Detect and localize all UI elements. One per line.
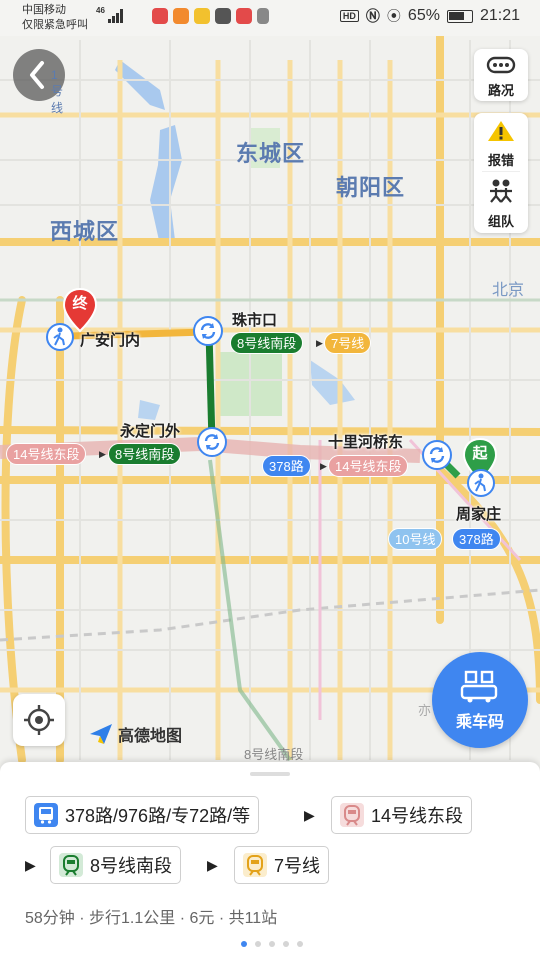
amap-logo-text: 高德地图	[118, 728, 183, 745]
report-error-button[interactable]: 报错	[474, 113, 528, 171]
tag-line14-east: 14号线东段	[328, 455, 409, 477]
status-bar: 中国移动 仅限紧急呼叫 46 HD Ⓝ ⦿ 65% 21:21	[0, 0, 540, 36]
side-panel-group: 报错 组队	[474, 113, 528, 233]
station-zhushikou[interactable]: 珠市口	[232, 309, 277, 330]
beijing-label: 北京	[492, 282, 525, 299]
page-dot	[269, 941, 275, 947]
back-line-label: 1号线	[51, 68, 64, 115]
hd-icon: HD	[339, 10, 359, 22]
tag-line8-bottom: 8号线南段	[244, 747, 304, 762]
ride-code-button[interactable]: 乘车码	[432, 652, 528, 748]
district-dongcheng: 东城区	[236, 141, 306, 166]
more-dots-icon	[257, 8, 269, 24]
team-button[interactable]: 组队	[474, 172, 528, 232]
bus-routes-label: 378路/976路/专72路/等	[65, 806, 251, 826]
battery-icon	[446, 9, 473, 23]
page-dot	[297, 941, 303, 947]
back-button[interactable]: 1号线	[13, 49, 65, 115]
traffic-button[interactable]: 路况	[474, 49, 528, 101]
arrow-right-icon: ▶	[99, 449, 106, 459]
team-icon	[490, 179, 512, 203]
sheet-handle[interactable]	[250, 772, 290, 776]
traffic-label: 路况	[487, 83, 514, 98]
segment-subway-8[interactable]: 8号线南段	[50, 846, 182, 884]
arrow-right-icon: ▶	[320, 461, 327, 471]
segment-subway-14[interactable]: 14号线东段	[331, 796, 473, 834]
weibo-icon	[236, 8, 252, 24]
tag-line14-east: 14号线东段	[6, 443, 87, 465]
transfer-yongdingmenwai-icon[interactable]	[197, 427, 227, 457]
ride-code-label: 乘车码	[455, 714, 504, 731]
notification-icons	[152, 8, 269, 24]
segment-subway-7[interactable]: 7号线	[234, 846, 330, 884]
segment-bus[interactable]: 378路/976路/专72路/等	[25, 796, 260, 834]
report-label: 报错	[487, 153, 514, 168]
district-xicheng: 西城区	[50, 219, 120, 244]
carrier-name: 中国移动	[22, 4, 66, 16]
browser-app-icon	[194, 8, 210, 24]
station-guanganmennei[interactable]: 广安门内	[80, 329, 140, 350]
location-icon: ⦿	[386, 8, 401, 24]
station-zhoujiazhuang[interactable]: 周家庄	[456, 503, 501, 524]
end-pin-label: 终	[72, 295, 88, 312]
map-view[interactable]: 东城区 朝阳区 西城区 北京 终 广安门内 珠市口 8号线南段 ▶ 7号线 永定…	[0, 0, 540, 762]
page-dot	[283, 941, 289, 947]
mic-app-icon	[152, 8, 168, 24]
map-roads	[0, 26, 540, 762]
district-chaoyang: 朝阳区	[336, 175, 406, 200]
page-indicator	[241, 941, 303, 947]
locate-button[interactable]	[13, 694, 65, 746]
bus-qr-icon	[460, 670, 498, 703]
page-dot	[255, 941, 261, 947]
subway7-label: 7号线	[274, 856, 321, 876]
traffic-icon	[486, 56, 516, 74]
segment-arrow-icon: ▶	[207, 857, 218, 873]
amap-logo-icon	[90, 724, 112, 744]
network-type: 46	[96, 6, 105, 15]
clock: 21:21	[479, 7, 520, 24]
segment-arrow-icon: ▶	[25, 857, 36, 873]
tag-line10: 10号线	[388, 528, 443, 550]
route-summary-sheet[interactable]: 378路/976路/专72路/等 ▶ 14号线东段 ▶ 8号线南段 ▶ 7号线 …	[0, 762, 540, 960]
page-dot	[241, 941, 247, 947]
carrier-info: 中国移动 仅限紧急呼叫	[22, 3, 88, 33]
battery-percent: 65%	[407, 7, 440, 24]
subway8-label: 8号线南段	[90, 856, 173, 876]
station-yongdingmenwai[interactable]: 永定门外	[120, 420, 180, 441]
edge-label: 亦	[418, 703, 432, 718]
subway-icon	[59, 853, 83, 877]
carrier-status: 仅限紧急呼叫	[22, 19, 88, 31]
tag-line8-south: 8号线南段	[230, 332, 304, 354]
start-pin-label: 起	[472, 445, 488, 462]
station-shilihe-qiaodong[interactable]: 十里河桥东	[328, 431, 403, 452]
status-right: HD Ⓝ ⦿ 65% 21:21	[339, 6, 520, 26]
subway-icon	[340, 803, 364, 827]
segment-arrow-icon: ▶	[304, 807, 315, 823]
video-app-icon	[173, 8, 189, 24]
subway14-label: 14号线东段	[371, 806, 464, 826]
amap-logo: 高德地图	[88, 722, 182, 746]
subway-icon	[243, 853, 267, 877]
transfer-zhushikou-icon[interactable]	[193, 316, 223, 346]
walk-icon	[46, 323, 74, 351]
transfer-shilihe-icon[interactable]	[422, 440, 452, 470]
tag-bus378: 378路	[262, 455, 311, 477]
signal-icon	[108, 9, 126, 23]
tag-line7: 7号线	[324, 332, 372, 354]
crosshair-icon	[24, 705, 54, 735]
route-summary-text: 58分钟 · 步行1.1公里 · 6元 · 共11站	[25, 910, 278, 927]
walk-icon	[467, 469, 495, 497]
wechat-icon	[215, 8, 231, 24]
arrow-right-icon: ▶	[316, 338, 323, 348]
tag-bus378: 378路	[452, 528, 501, 550]
team-label: 组队	[487, 214, 514, 229]
warning-icon	[488, 121, 514, 141]
bus-icon	[34, 803, 58, 827]
tag-line8-south: 8号线南段	[108, 443, 182, 465]
nfc-icon: Ⓝ	[365, 8, 380, 24]
